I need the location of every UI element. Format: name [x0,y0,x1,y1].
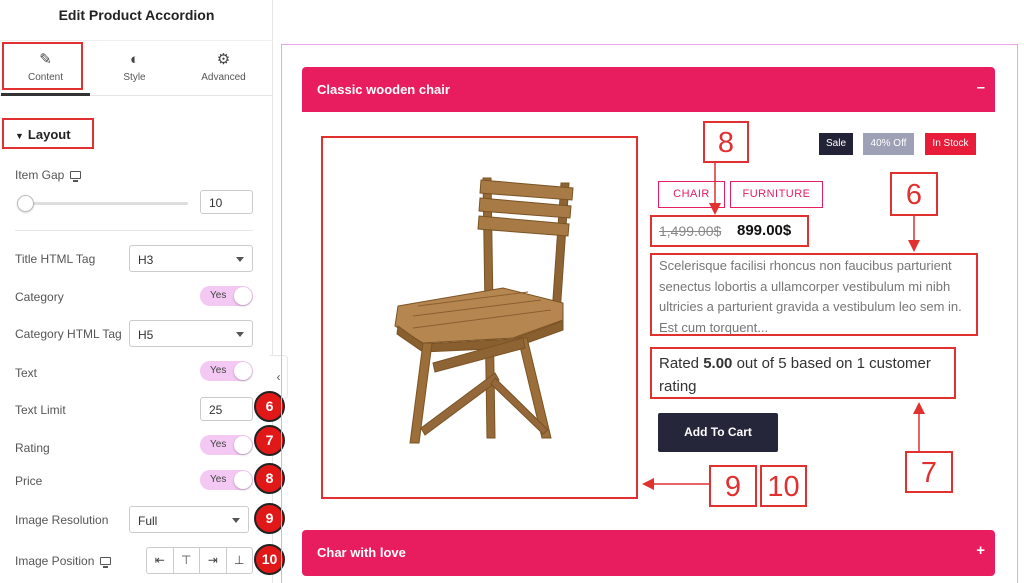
text-limit-input[interactable]: 25 [200,397,253,421]
tab-advanced-label: Advanced [201,72,246,83]
price-toggle-label: Yes [210,474,227,485]
expand-icon: + [976,542,985,559]
title-html-tag-label: Title HTML Tag [15,252,96,266]
toggle-knob [234,287,252,305]
annotation-6: 6 [890,172,938,216]
collapse-icon: – [976,79,985,96]
rating-prefix: Rated [659,355,704,372]
text-limit-label: Text Limit [15,403,66,417]
chair-illustration [394,177,574,444]
regular-price: 1,499.00$ [659,223,722,239]
price-toggle[interactable]: Yes [200,470,253,490]
item-gap-label-text: Item Gap [15,168,65,182]
position-bottom-button[interactable]: ⊥ [227,548,253,573]
category-link-furniture[interactable]: FURNITURE [730,181,823,208]
category-html-tag-value: H5 [138,328,154,342]
position-right-button[interactable]: ⇥ [200,548,227,573]
category-label: Category [15,290,64,304]
price-label: Price [15,474,43,488]
product-description: Scelerisque facilisi rhoncus non faucibu… [659,258,962,335]
sale-price: 899.00$ [737,222,792,239]
category-html-tag-select[interactable]: H5 [129,320,253,347]
sale-badge: Sale [819,133,853,155]
desktop-icon[interactable] [70,171,82,182]
dropdown-arrow-icon [236,332,244,337]
editor-panel: Edit Product Accordion ✎ Content ◐ Style… [0,0,273,583]
position-left-button[interactable]: ⇤ [147,548,174,573]
toggle-knob [234,471,252,489]
desktop-icon[interactable] [100,557,112,568]
dropdown-arrow-icon [232,518,240,523]
rating-value: 5.00 [703,355,733,372]
text-toggle[interactable]: Yes [200,361,253,381]
text-label: Text [15,366,38,380]
toggle-knob [234,362,252,380]
dropdown-arrow-icon [236,257,244,262]
rating-toggle-label: Yes [210,439,227,450]
image-position-choices: ⇤ ⊤ ⇥ ⊥ [146,547,253,574]
item-gap-slider-track[interactable] [26,202,188,205]
discount-badge: 40% Off [863,133,914,155]
layout-highlight [2,118,94,149]
product-image [321,136,638,499]
tab-style[interactable]: ◐ Style [90,41,179,96]
accordion-item-header[interactable]: Classic wooden chair – [302,67,995,113]
title-html-tag-select[interactable]: H3 [129,245,253,272]
rating-label: Rating [15,441,50,455]
image-resolution-select[interactable]: Full [129,506,249,533]
image-position-label-text: Image Position [15,554,95,568]
image-resolution-value: Full [138,514,158,528]
toggle-knob [234,436,252,454]
tab-advanced[interactable]: ⚙ Advanced [179,41,268,96]
image-position-label: Image Position [15,554,112,568]
title-html-tag-value: H3 [138,253,154,267]
gear-icon: ⚙ [216,51,231,68]
accordion-item-header-2[interactable]: Char with love + [302,530,995,576]
item-gap-label: Item Gap [15,168,82,182]
divider [15,230,253,231]
panel-title: Edit Product Accordion [58,7,215,23]
annotation-10: 10 [760,465,807,507]
item-gap-input[interactable]: 10 [200,190,253,214]
half-circle-icon: ◐ [129,51,140,68]
annotation-7: 7 [905,451,953,493]
image-resolution-label: Image Resolution [15,513,109,527]
accordion-title: Classic wooden chair [317,82,450,97]
rating-toggle[interactable]: Yes [200,435,253,455]
category-link-chair[interactable]: CHAIR [658,181,725,208]
position-top-button[interactable]: ⊤ [174,548,200,573]
content-tab-highlight [2,42,83,90]
annotation-9: 9 [709,465,757,507]
tab-style-label: Style [123,72,146,83]
stock-badge: In Stock [925,133,976,155]
annotation-8: 8 [703,121,749,163]
category-toggle[interactable]: Yes [200,286,253,306]
product-rating: Rated 5.00 out of 5 based on 1 customer … [659,352,954,398]
add-to-cart-button[interactable]: Add To Cart [658,413,778,452]
text-toggle-label: Yes [210,365,227,376]
item-gap-slider-handle[interactable] [17,195,34,212]
accordion-title-2: Char with love [317,545,406,560]
category-html-tag-label: Category HTML Tag [15,327,122,341]
category-toggle-label: Yes [210,290,227,301]
